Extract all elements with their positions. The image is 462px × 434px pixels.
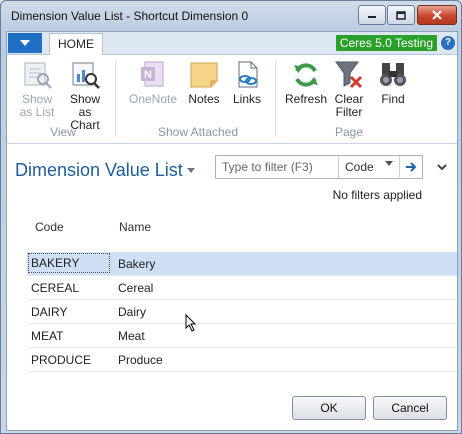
column-header-code[interactable]: Code — [35, 220, 64, 234]
arrow-right-icon — [406, 162, 417, 172]
dropdown-arrow-icon — [20, 40, 30, 46]
binoculars-icon — [377, 59, 409, 91]
collapse-filter-button[interactable] — [437, 160, 447, 174]
group-label-show-attached: Show Attached — [157, 125, 239, 139]
show-as-chart-label-1: Show as — [69, 92, 101, 119]
links-icon — [231, 59, 263, 91]
onenote-button[interactable]: N OneNote — [125, 59, 181, 106]
table-row[interactable]: PRODUCE Produce — [27, 348, 457, 372]
column-header-name[interactable]: Name — [119, 220, 151, 234]
cell-name: Meat — [118, 329, 145, 343]
window-title: Dimension Value List - Shortcut Dimensio… — [11, 9, 249, 23]
close-icon — [432, 10, 442, 20]
chevron-down-icon — [437, 164, 447, 171]
maximize-button[interactable] — [387, 5, 415, 25]
dialog-content: HOME Ceres 5.0 Testing ? Show as List Sh… — [6, 31, 458, 431]
clear-filter-label-2: Filter — [335, 105, 363, 119]
table-row[interactable]: CEREAL Cereal — [27, 276, 457, 300]
show-as-chart-button[interactable]: Show as Chart — [62, 59, 108, 132]
cell-name: Dairy — [118, 305, 147, 319]
close-button[interactable] — [417, 5, 457, 25]
show-as-list-button[interactable]: Show as List — [15, 59, 59, 119]
group-label-view: View — [50, 125, 76, 139]
filter-field-select[interactable]: Code — [338, 156, 397, 178]
cell-name: Bakery — [118, 257, 156, 271]
maximize-icon — [396, 10, 406, 20]
table-row[interactable]: BAKERY Bakery — [27, 252, 457, 276]
minimize-button[interactable] — [358, 5, 386, 25]
list-view-icon — [21, 59, 53, 91]
chevron-down-icon — [187, 168, 195, 173]
ok-button[interactable]: OK — [292, 396, 366, 420]
cell-name: Cereal — [118, 281, 154, 295]
onenote-icon: N — [137, 59, 169, 91]
cell-code: DAIRY — [31, 305, 68, 319]
chart-view-icon — [69, 59, 101, 91]
links-label: Links — [232, 92, 261, 106]
cancel-button[interactable]: Cancel — [373, 396, 447, 420]
find-button[interactable]: Find — [375, 59, 411, 106]
cell-code: BAKERY — [28, 253, 110, 273]
mouse-cursor-icon — [185, 313, 197, 335]
notes-icon — [188, 59, 220, 91]
filter-status: No filters applied — [332, 188, 422, 202]
find-label: Find — [381, 92, 405, 106]
notes-button[interactable]: Notes — [184, 59, 224, 106]
show-as-list-label-2: as List — [19, 105, 55, 119]
cell-code: CEREAL — [31, 281, 80, 295]
app-menu-button[interactable] — [8, 33, 42, 53]
table-row[interactable]: MEAT Meat — [27, 324, 457, 348]
title-menu-button[interactable] — [187, 165, 195, 175]
title-bar[interactable]: Dimension Value List - Shortcut Dimensio… — [1, 1, 461, 31]
ribbon-separator — [275, 61, 276, 137]
notes-label: Notes — [188, 92, 220, 106]
filter-input[interactable]: Type to filter (F3) — [222, 160, 313, 174]
onenote-label: OneNote — [128, 92, 178, 106]
svg-text:N: N — [144, 69, 152, 81]
refresh-label: Refresh — [284, 92, 328, 106]
tab-home[interactable]: HOME — [49, 33, 103, 55]
refresh-icon — [290, 59, 322, 91]
apply-filter-button[interactable] — [399, 156, 422, 178]
help-icon[interactable]: ? — [441, 36, 455, 50]
filter-bar: Type to filter (F3) Code — [215, 155, 423, 179]
dialog-window: Dimension Value List - Shortcut Dimensio… — [0, 0, 462, 434]
company-badge: Ceres 5.0 Testing — [335, 35, 437, 51]
minimize-icon — [368, 16, 376, 18]
page-title: Dimension Value List — [15, 160, 183, 180]
group-label-page: Page — [334, 125, 364, 139]
table-row[interactable]: DAIRY Dairy — [27, 300, 457, 324]
cell-name: Produce — [118, 353, 163, 367]
ribbon: Show as List Show as Chart View N OneNot… — [7, 55, 457, 144]
ribbon-separator — [115, 61, 116, 137]
ribbon-tab-strip: HOME Ceres 5.0 Testing ? — [7, 32, 457, 55]
refresh-button[interactable]: Refresh — [283, 59, 329, 106]
table-body: BAKERY Bakery CEREAL Cereal DAIRY Dairy … — [27, 252, 457, 372]
clear-filter-icon — [333, 59, 365, 91]
links-button[interactable]: Links — [227, 59, 267, 106]
cell-code: PRODUCE — [31, 353, 92, 367]
filter-field-value: Code — [345, 160, 374, 174]
chevron-down-icon — [385, 161, 393, 166]
clear-filter-button[interactable]: Clear Filter — [331, 59, 367, 119]
cell-code: MEAT — [31, 329, 64, 343]
